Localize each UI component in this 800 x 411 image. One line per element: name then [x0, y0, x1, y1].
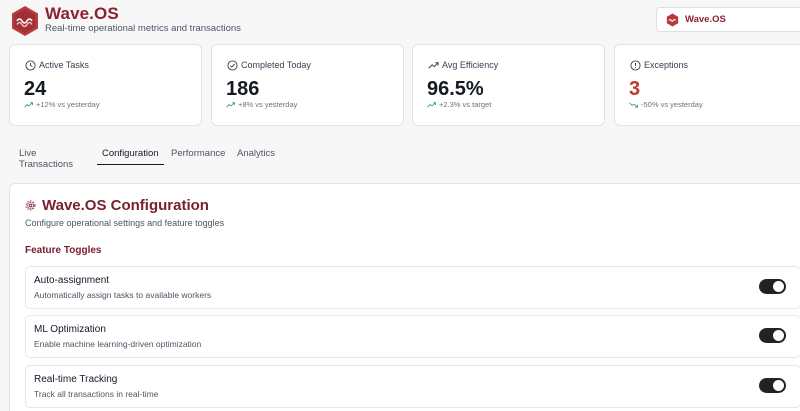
config-title: Wave.OS Configuration [42, 197, 209, 214]
stat-trend: +8% vs yesterday [226, 100, 297, 109]
tab-live-transactions[interactable]: Live Transactions [14, 144, 78, 170]
toggle-description: Track all transactions in real-time [34, 389, 159, 399]
tab-analytics[interactable]: Analytics [232, 144, 280, 165]
stat-trend-text: +12% vs yesterday [36, 100, 100, 109]
stat-label: Completed Today [241, 60, 311, 70]
ml-optimization-switch[interactable] [759, 328, 786, 343]
workspace-selector[interactable]: Wave.OS [656, 7, 800, 32]
trend-up-icon [427, 101, 436, 108]
app-title: Wave.OS [45, 4, 119, 23]
stat-card-completed-today: Completed Today 186 +8% vs yesterday [211, 44, 404, 126]
configuration-panel: Wave.OS Configuration Configure operatio… [9, 183, 800, 411]
app-header: Wave.OS Real-time operational metrics an… [0, 0, 800, 44]
config-description: Configure operational settings and featu… [25, 218, 225, 228]
toggle-row-auto-assignment: Auto-assignment Automatically assign tas… [25, 266, 800, 309]
tab-performance[interactable]: Performance [166, 144, 230, 165]
clock-icon [25, 60, 36, 71]
alert-circle-icon [630, 60, 641, 71]
tab-configuration[interactable]: Configuration [97, 144, 164, 165]
stat-card-avg-efficiency: Avg Efficiency 96.5% +2.3% vs target [412, 44, 605, 126]
stat-label: Exceptions [644, 60, 689, 70]
toggle-name: Real-time Tracking [34, 374, 118, 385]
toggle-name: ML Optimization [34, 324, 106, 335]
stat-card-active-tasks: Active Tasks 24 +12% vs yesterday [9, 44, 202, 126]
switch-knob [773, 330, 784, 341]
trend-down-icon [629, 101, 638, 108]
stat-value: 24 [24, 78, 47, 100]
stat-trend: +12% vs yesterday [24, 100, 100, 109]
trend-up-icon [226, 101, 235, 108]
stat-value: 3 [629, 78, 641, 100]
toggle-row-real-time-tracking: Real-time Tracking Track all transaction… [25, 365, 800, 408]
stat-card-exceptions: Exceptions 3 -50% vs yesterday [614, 44, 800, 126]
stat-trend-text: -50% vs yesterday [641, 100, 703, 109]
hexagon-wave-logo-icon [666, 13, 679, 26]
stat-label: Avg Efficiency [442, 60, 499, 70]
hexagon-wave-logo-icon [12, 6, 38, 36]
app-subtitle: Real-time operational metrics and transa… [45, 23, 241, 34]
toggle-description: Automatically assign tasks to available … [34, 290, 212, 300]
trend-up-icon [428, 62, 439, 69]
toggle-row-ml-optimization: ML Optimization Enable machine learning-… [25, 315, 800, 358]
toggle-name: Auto-assignment [34, 275, 110, 286]
stat-value: 186 [226, 78, 260, 100]
stat-trend: -50% vs yesterday [629, 100, 703, 109]
auto-assignment-switch[interactable] [759, 279, 786, 294]
gear-icon [25, 200, 36, 211]
trend-up-icon [24, 101, 33, 108]
switch-knob [773, 380, 784, 391]
feature-toggles-heading: Feature Toggles [25, 245, 102, 256]
real-time-tracking-switch[interactable] [759, 378, 786, 393]
toggle-description: Enable machine learning-driven optimizat… [34, 339, 202, 349]
switch-knob [773, 281, 784, 292]
stat-trend: +2.3% vs target [427, 100, 491, 109]
stat-value: 96.5% [427, 78, 484, 100]
stat-trend-text: +8% vs yesterday [238, 100, 298, 109]
workspace-selector-label: Wave.OS [685, 14, 726, 25]
check-circle-icon [227, 60, 238, 71]
stat-label: Active Tasks [39, 60, 89, 70]
stat-trend-text: +2.3% vs target [439, 100, 492, 109]
